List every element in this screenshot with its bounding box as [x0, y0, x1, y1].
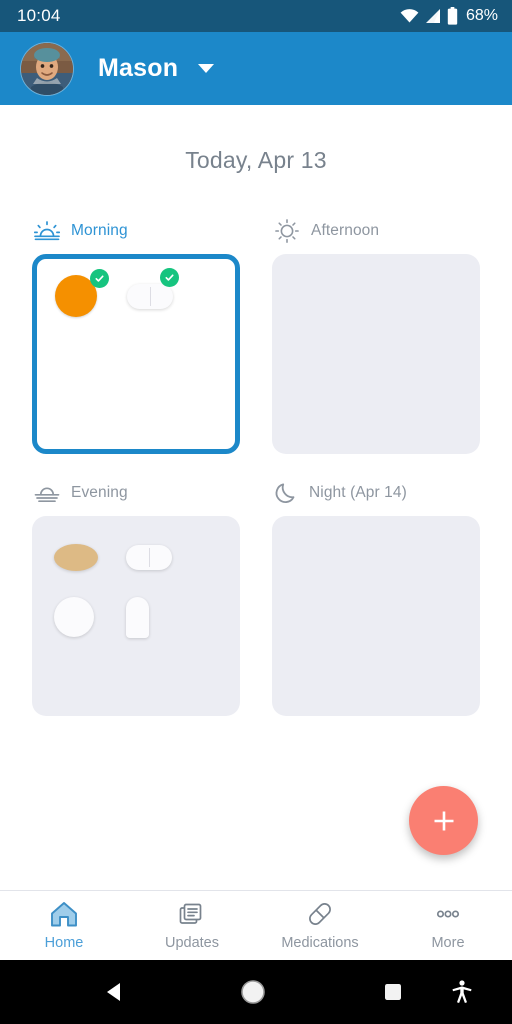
android-recents-button[interactable]: [382, 981, 404, 1003]
moon-icon: [275, 483, 295, 503]
ellipsis-icon: [436, 910, 460, 918]
tab-home[interactable]: Home: [0, 891, 128, 960]
app-header: Mason: [0, 32, 512, 105]
status-bar-indicators: 68%: [400, 7, 498, 25]
schedule-card-night[interactable]: [272, 516, 480, 716]
check-icon: [165, 274, 174, 281]
pill-item[interactable]: [126, 536, 178, 578]
slot-label-night: Night (Apr 14): [309, 484, 407, 501]
profile-name[interactable]: Mason: [98, 54, 178, 83]
add-medication-fab[interactable]: [409, 786, 478, 855]
tab-label-medications: Medications: [281, 935, 359, 951]
round-tablet-icon: [54, 597, 94, 637]
pill-list-night: [272, 516, 480, 716]
tab-label-home: Home: [44, 935, 84, 951]
oblong-tablet-icon: [126, 596, 149, 638]
home-circle-icon: [241, 980, 265, 1004]
tab-medications[interactable]: Medications: [256, 891, 384, 960]
capsule-icon: [126, 544, 172, 570]
slot-label-morning: Morning: [71, 222, 128, 239]
recents-square-icon: [385, 984, 401, 1000]
schedule-slot-afternoon: Afternoon: [272, 218, 480, 454]
tab-label-more: More: [431, 935, 465, 951]
battery-percent-label: 68%: [465, 7, 498, 24]
tab-more[interactable]: More: [384, 891, 512, 960]
android-home-button[interactable]: [238, 977, 268, 1007]
pill-list-evening: [32, 516, 240, 716]
news-documents-icon: [179, 903, 202, 924]
taken-check-badge: [160, 268, 179, 287]
slot-label-afternoon: Afternoon: [311, 222, 380, 239]
plus-icon: [434, 811, 453, 830]
user-avatar-photo: [21, 42, 73, 95]
schedule-slot-night: Night (Apr 14): [272, 480, 480, 716]
pill-item[interactable]: [127, 268, 179, 317]
pill-item[interactable]: [54, 536, 106, 578]
status-bar: 10:04 68%: [0, 0, 512, 32]
schedule-grid: Morning Afternoon Evening Night (Apr 14): [32, 218, 480, 716]
bottom-tab-bar: Home Updates Medications More: [0, 890, 512, 960]
android-back-button[interactable]: [102, 979, 128, 1005]
capsule-icon: [309, 903, 331, 925]
slot-header-morning: Morning: [32, 218, 240, 244]
capsule-icon: [127, 283, 173, 309]
chevron-down-icon[interactable]: [198, 64, 215, 73]
slot-header-evening: Evening: [32, 480, 240, 506]
schedule-slot-morning: Morning: [32, 218, 240, 454]
schedule-slot-evening: Evening: [32, 480, 240, 716]
wifi-icon: [400, 9, 419, 23]
schedule-card-morning[interactable]: [32, 254, 240, 454]
pill-item[interactable]: [126, 596, 178, 638]
sunset-icon: [34, 487, 60, 503]
sun-icon: [275, 219, 299, 243]
tab-label-updates: Updates: [164, 935, 219, 951]
sunrise-icon: [34, 221, 60, 241]
pill-item[interactable]: [54, 596, 106, 638]
android-accessibility-button[interactable]: [450, 979, 474, 1005]
schedule-card-afternoon[interactable]: [272, 254, 480, 454]
pill-list-morning: [37, 259, 235, 449]
accessibility-icon: [452, 980, 472, 1003]
back-triangle-icon: [107, 983, 120, 1001]
cellular-signal-icon: [425, 9, 440, 23]
slot-label-evening: Evening: [71, 484, 128, 501]
pill-list-afternoon: [272, 254, 480, 454]
tab-updates[interactable]: Updates: [128, 891, 256, 960]
page-title: Today, Apr 13: [185, 147, 327, 173]
pill-item[interactable]: [55, 269, 109, 317]
android-navigation-bar: [0, 960, 512, 1024]
slot-header-afternoon: Afternoon: [272, 218, 480, 244]
check-icon: [95, 275, 104, 282]
taken-check-badge: [90, 269, 109, 288]
battery-icon: [447, 7, 458, 25]
home-icon: [51, 902, 77, 927]
avatar[interactable]: [21, 42, 73, 95]
schedule-card-evening[interactable]: [32, 516, 240, 716]
app-root: 10:04 68% Mason Today, Apr 13 Morning Af…: [0, 0, 512, 1024]
slot-header-night: Night (Apr 14): [272, 480, 480, 506]
status-bar-clock: 10:04: [17, 6, 61, 25]
oval-tablet-icon: [54, 543, 98, 571]
